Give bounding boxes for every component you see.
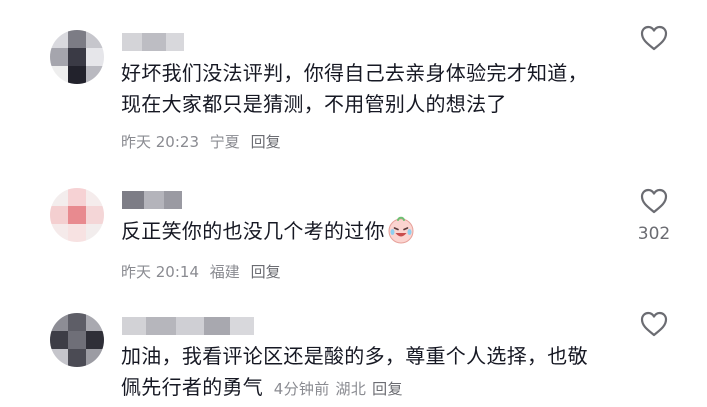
comment-location: 湖北 [335,380,367,398]
comment-text: 加油，我看评论区还是酸的多，尊重个人选择，也敬佩先行者的勇气 4分钟前 湖北 回复 [121,344,588,399]
reply-button[interactable]: 回复 [372,380,403,398]
username[interactable] [122,317,257,335]
avatar[interactable] [50,313,104,367]
heart-outline-icon[interactable] [640,311,668,337]
comment-item: 加油，我看评论区还是酸的多，尊重个人选择，也敬佩先行者的勇气 4分钟前 湖北 回复 [0,0,707,407]
comment-time: 4分钟前 [273,380,330,398]
comment-list: 好坏我们没法评判，你得自己去亲身体验完才知道，现在大家都只是猜测，不用管别人的想… [0,0,707,407]
